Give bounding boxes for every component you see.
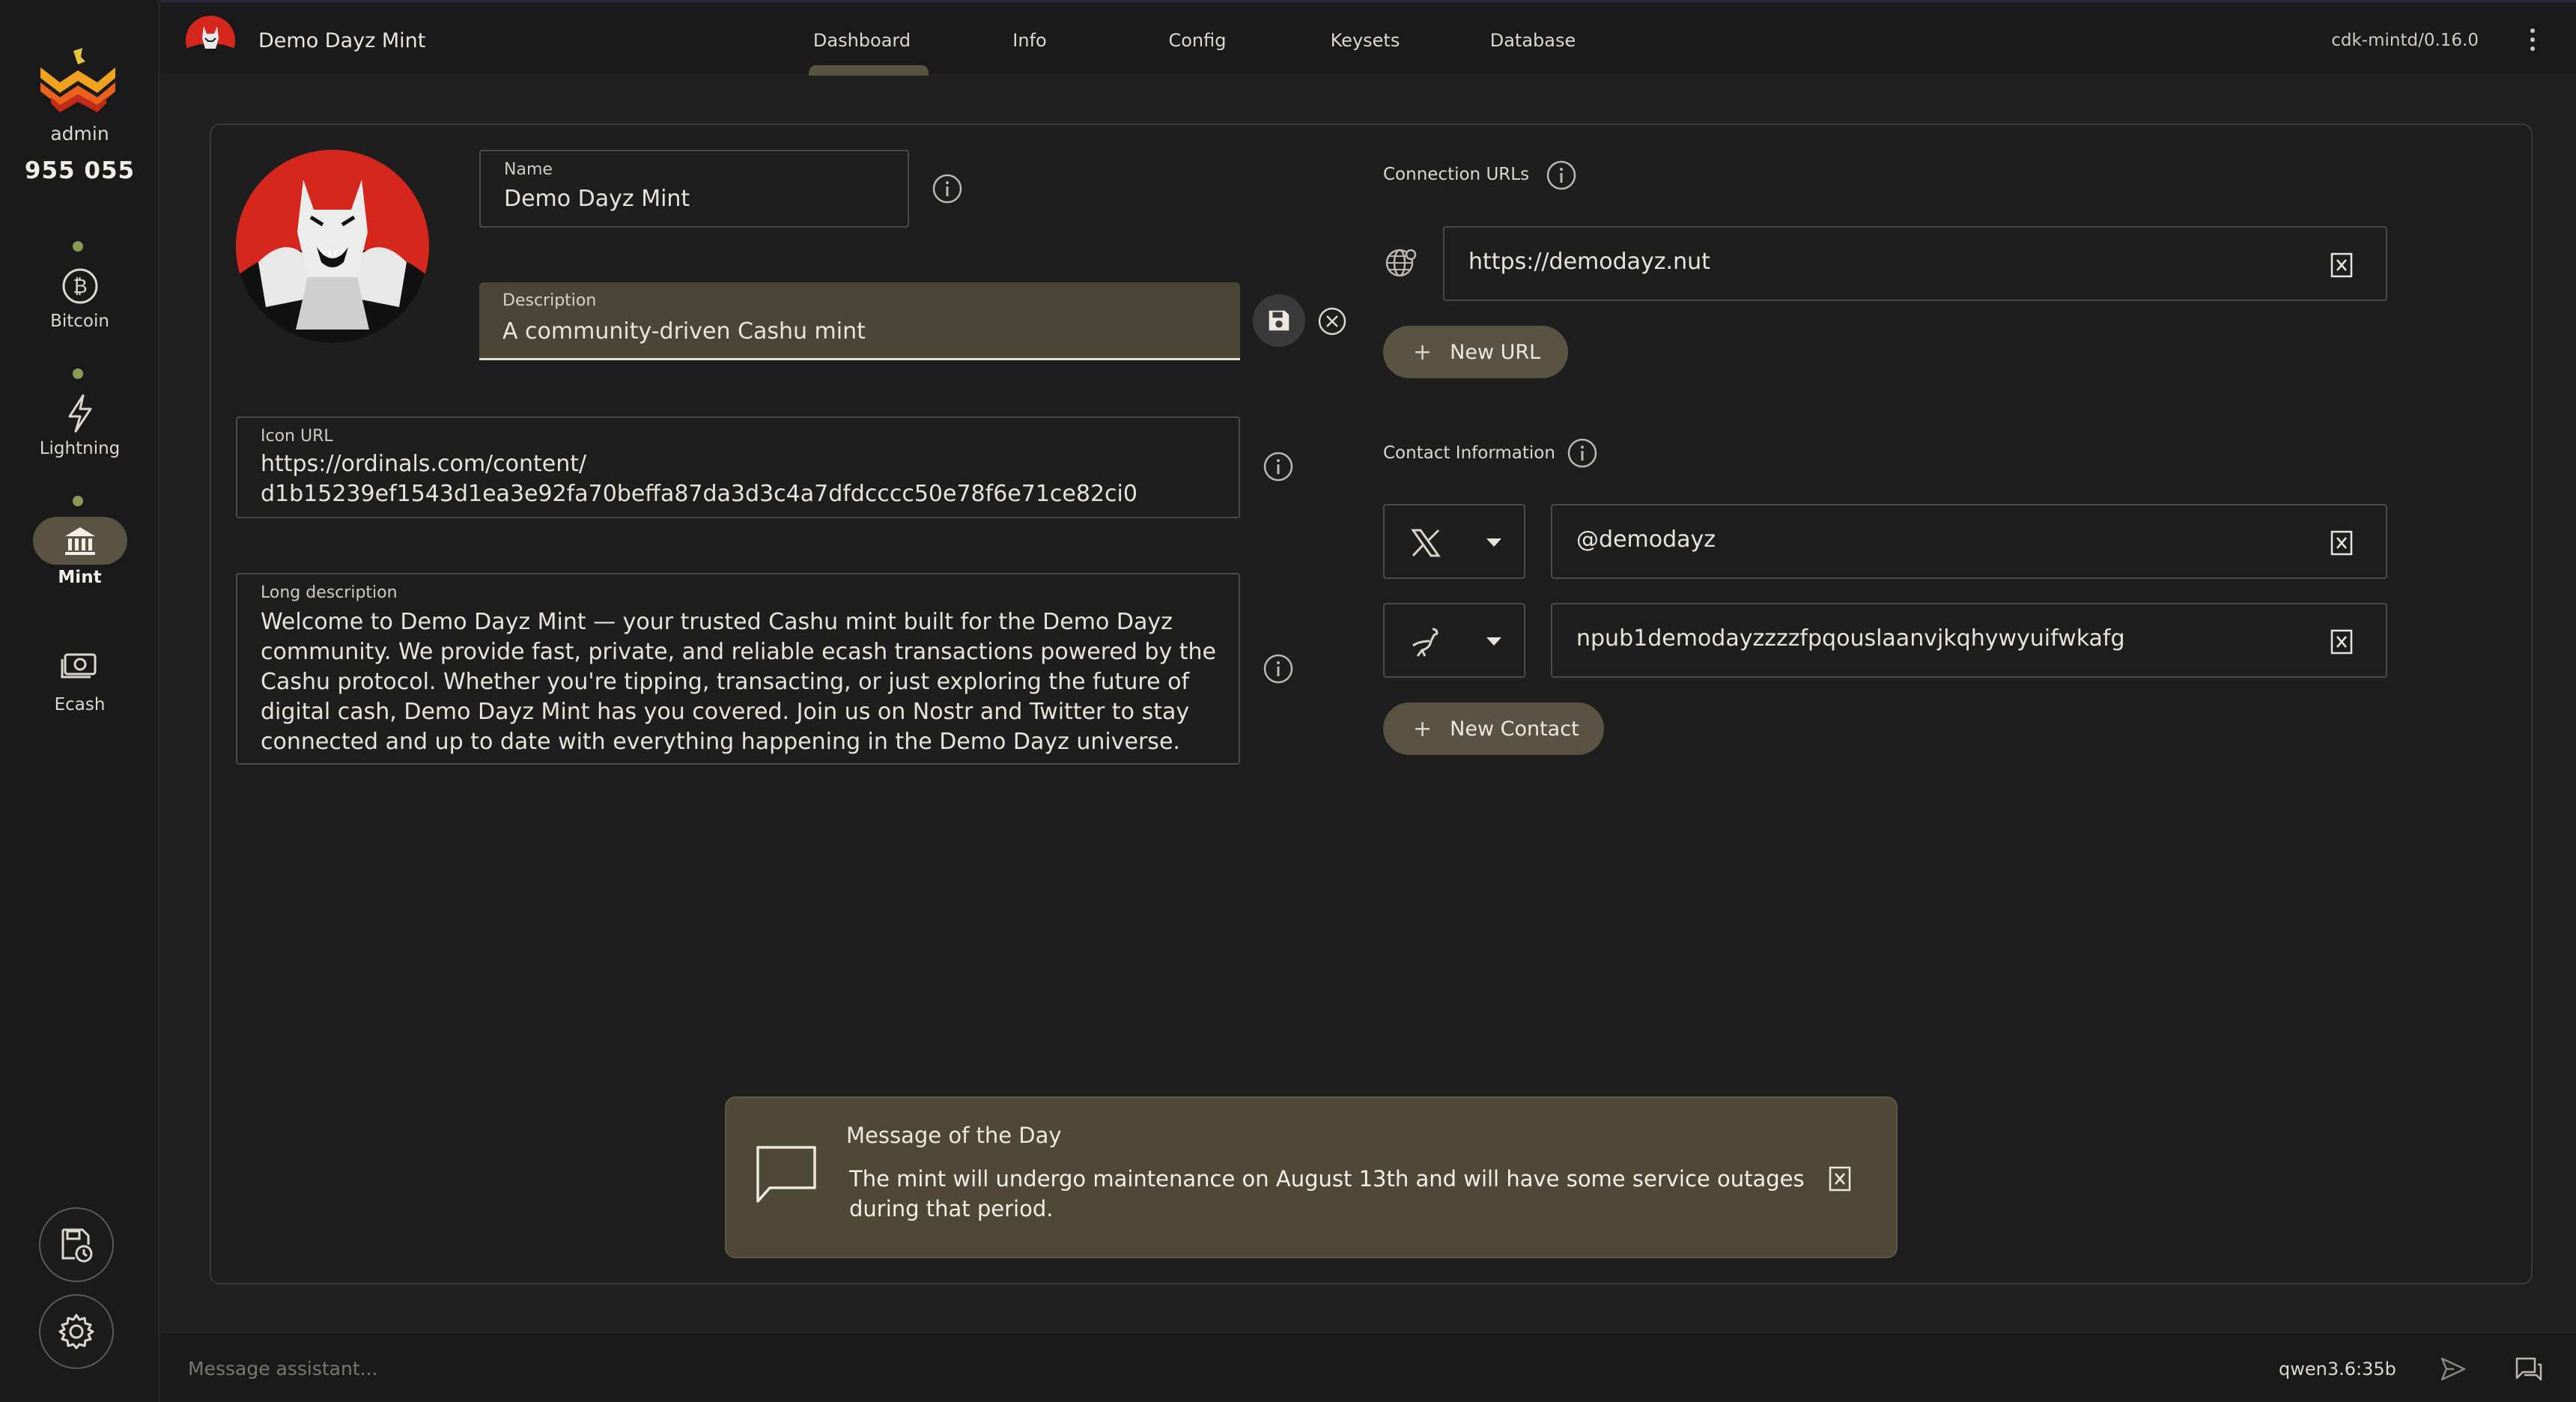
bank-icon: [32, 517, 127, 565]
long-description-line: Cashu protocol. Whether you're tipping, …: [261, 669, 1190, 695]
tab-keysets[interactable]: Keysets: [1281, 30, 1449, 51]
long-description-field[interactable]: Long description Welcome to Demo Dayz Mi…: [236, 573, 1240, 765]
model-label[interactable]: qwen3.6:35b: [2279, 1359, 2396, 1380]
status-dot: [73, 496, 83, 506]
cash-icon: [58, 643, 103, 688]
clear-icon[interactable]: [2329, 529, 2354, 556]
nav-bitcoin[interactable]: ₿ Bitcoin: [0, 241, 160, 353]
contact-type-select[interactable]: [1383, 504, 1525, 579]
backup-button[interactable]: [39, 1207, 114, 1282]
mint-icon-image: [236, 150, 429, 343]
bitcoin-icon: ₿: [58, 264, 103, 309]
name-label: Name: [504, 160, 553, 179]
new-url-label: New URL: [1450, 340, 1541, 364]
icon-url-line: https://ordinals.com/content/: [261, 451, 587, 477]
clear-icon[interactable]: [2329, 252, 2354, 279]
name-field[interactable]: Name Demo Dayz Mint: [479, 150, 909, 228]
status-dot: [73, 368, 83, 379]
description-label: Description: [502, 291, 597, 310]
info-icon[interactable]: [1567, 437, 1598, 469]
message-of-the-day: Message of the Day The mint will undergo…: [725, 1096, 1898, 1258]
long-description-line: digital cash, Demo Dayz Mint has you cov…: [261, 699, 1190, 725]
info-icon[interactable]: [1263, 451, 1294, 482]
lightning-icon: [58, 391, 103, 436]
motd-title: Message of the Day: [846, 1123, 1062, 1148]
cashu-logo-icon[interactable]: [37, 45, 118, 114]
description-value: A community-driven Cashu mint: [502, 318, 866, 345]
contact-info-label: Contact Information: [1383, 443, 1555, 463]
info-icon[interactable]: [932, 173, 963, 204]
version-label: cdk-mintd/0.16.0: [2331, 31, 2479, 50]
clear-icon[interactable]: [2329, 628, 2354, 655]
settings-button[interactable]: [39, 1294, 114, 1369]
active-tab-indicator: [809, 65, 929, 76]
globe-icon: [1384, 246, 1418, 280]
nav-lightning[interactable]: Lightning: [0, 368, 160, 481]
icon-url-line: d1b15239ef1543d1ea3e92fa70beffa87da3d3c4…: [261, 481, 1137, 507]
nav-label: Bitcoin: [50, 312, 109, 331]
chat-bubble-icon: [755, 1144, 818, 1206]
chat-history-icon[interactable]: [2514, 1354, 2544, 1384]
icon-url-field[interactable]: Icon URL https://ordinals.com/content/ d…: [236, 416, 1240, 518]
plus-icon: +: [1413, 339, 1433, 365]
tab-database[interactable]: Database: [1449, 30, 1617, 51]
motd-line: during that period.: [849, 1196, 1054, 1222]
icon-url-label: Icon URL: [261, 427, 333, 446]
contact-field[interactable]: @demodayz: [1551, 504, 2387, 579]
assistant-input[interactable]: [188, 1351, 2135, 1386]
user-name: admin: [50, 123, 109, 145]
floppy-disk-icon: [1269, 310, 1289, 331]
long-description-line: community. We provide fast, private, and…: [261, 639, 1216, 665]
mint-title: Demo Dayz Mint: [258, 29, 426, 52]
long-description-label: Long description: [261, 583, 398, 602]
more-menu-icon[interactable]: [2525, 25, 2540, 55]
sidebar: admin 955 055 ₿ Bitcoin Lightning Mint E…: [0, 0, 160, 1402]
balance: 955 055: [24, 157, 136, 184]
gear-icon: [58, 1314, 94, 1350]
long-description-line: Welcome to Demo Dayz Mint — your trusted…: [261, 609, 1173, 635]
nav-label: Ecash: [54, 695, 106, 714]
cancel-description-button[interactable]: [1316, 306, 1348, 337]
motd-text: The mint will undergo maintenance on Aug…: [849, 1164, 1808, 1224]
tab-info[interactable]: Info: [946, 30, 1114, 51]
tab-config[interactable]: Config: [1114, 30, 1281, 51]
x-twitter-icon: [1407, 524, 1445, 562]
mint-avatar: [186, 16, 235, 65]
status-dot: [73, 241, 83, 252]
new-url-button[interactable]: + New URL: [1383, 326, 1568, 378]
contact-value: npub1demodayzzzzfpqouslaanvjkqhywyuifwka…: [1576, 625, 2125, 652]
plus-icon: +: [1413, 715, 1433, 742]
top-bar: Demo Dayz Mint Dashboard Info Config Key…: [161, 0, 2576, 76]
contact-type-select[interactable]: [1383, 603, 1525, 678]
send-icon[interactable]: [2439, 1356, 2467, 1383]
new-contact-label: New Contact: [1450, 717, 1579, 741]
clear-icon[interactable]: [1827, 1165, 1853, 1192]
save-description-button[interactable]: [1253, 294, 1305, 347]
save-clock-icon: [61, 1228, 93, 1263]
assistant-bar: qwen3.6:35b: [161, 1332, 2576, 1402]
svg-text:₿: ₿: [73, 276, 87, 298]
connection-urls-label: Connection URLs: [1383, 165, 1530, 184]
connection-url-field[interactable]: https://demodayz.nut: [1443, 226, 2387, 301]
contact-field[interactable]: npub1demodayzzzzfpqouslaanvjkqhywyuifwka…: [1551, 603, 2387, 678]
close-circle-icon: [1318, 307, 1346, 336]
nav-ecash[interactable]: Ecash: [0, 643, 160, 755]
contact-value: @demodayz: [1576, 526, 1716, 553]
connection-url-value: https://demodayz.nut: [1468, 249, 1710, 275]
nav-label: Mint: [58, 568, 102, 587]
description-field[interactable]: Description A community-driven Cashu min…: [479, 282, 1240, 360]
name-value: Demo Dayz Mint: [504, 186, 690, 212]
nostr-ostrich-icon: [1407, 623, 1445, 661]
chevron-down-icon: [1486, 538, 1501, 547]
nav-mint[interactable]: Mint: [0, 496, 160, 608]
nav-label: Lightning: [39, 439, 121, 458]
tab-dashboard[interactable]: Dashboard: [778, 30, 946, 51]
new-contact-button[interactable]: + New Contact: [1383, 702, 1604, 755]
info-icon[interactable]: [1263, 653, 1294, 685]
chevron-down-icon: [1486, 637, 1501, 646]
motd-line: The mint will undergo maintenance on Aug…: [849, 1166, 1805, 1192]
info-icon[interactable]: [1546, 160, 1577, 191]
long-description-line: connected and up to date with everything…: [261, 729, 1180, 755]
